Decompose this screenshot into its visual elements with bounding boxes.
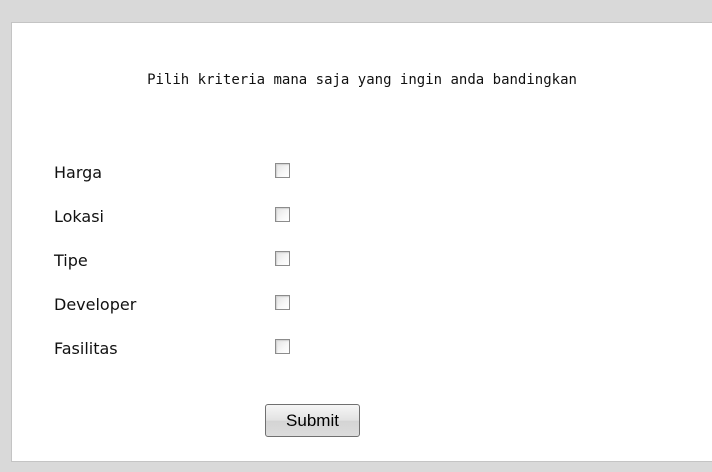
lokasi-checkbox[interactable] <box>275 207 290 222</box>
criteria-label: Fasilitas <box>54 339 118 358</box>
criteria-label: Tipe <box>54 251 88 270</box>
form-heading: Pilih kriteria mana saja yang ingin anda… <box>147 72 577 88</box>
criteria-form-panel: Pilih kriteria mana saja yang ingin anda… <box>11 22 712 462</box>
fasilitas-checkbox[interactable] <box>275 339 290 354</box>
criteria-row-lokasi: Lokasi <box>54 203 334 231</box>
developer-checkbox[interactable] <box>275 295 290 310</box>
criteria-row-fasilitas: Fasilitas <box>54 335 334 363</box>
criteria-row-tipe: Tipe <box>54 247 334 275</box>
criteria-label: Lokasi <box>54 207 104 226</box>
submit-button[interactable]: Submit <box>265 404 360 437</box>
criteria-row-harga: Harga <box>54 159 334 187</box>
criteria-label: Harga <box>54 163 103 182</box>
criteria-row-developer: Developer <box>54 291 334 319</box>
criteria-label: Developer <box>54 295 137 314</box>
harga-checkbox[interactable] <box>275 163 290 178</box>
page: Pilih kriteria mana saja yang ingin anda… <box>0 0 712 472</box>
tipe-checkbox[interactable] <box>275 251 290 266</box>
